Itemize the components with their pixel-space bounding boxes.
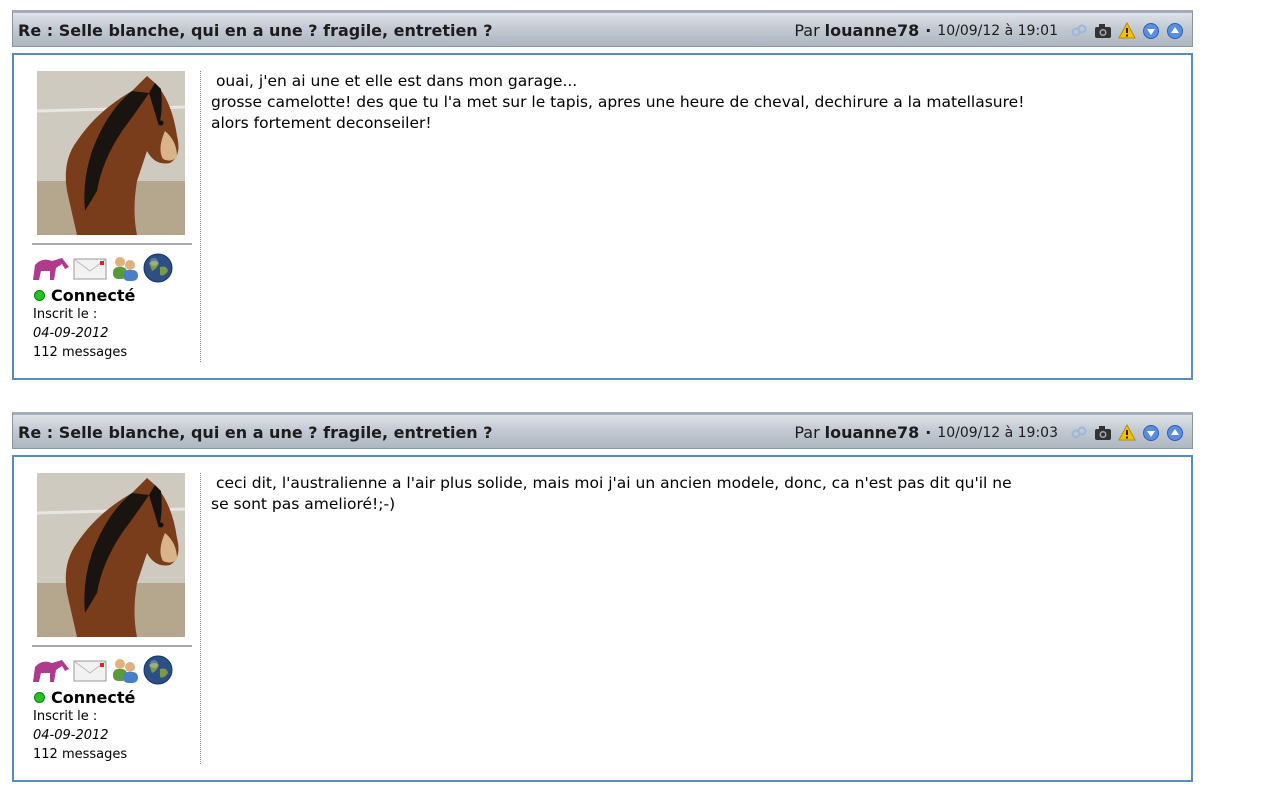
post-meta: Par louanne78 · 10/09/12 à 19:01: [794, 21, 1184, 40]
post-meta: Par louanne78 · 10/09/12 à 19:03: [794, 423, 1184, 442]
online-label: Connecté: [51, 688, 136, 707]
online-dot-icon: [34, 290, 45, 301]
post-message: ceci dit, l'australienne a l'air plus so…: [211, 474, 1012, 513]
arrow-up-icon[interactable]: [1166, 22, 1184, 40]
camera-icon[interactable]: [1094, 424, 1112, 442]
by-label: Par: [794, 423, 820, 442]
author-link[interactable]: louanne78: [825, 21, 920, 40]
author-link[interactable]: louanne78: [825, 423, 920, 442]
user-info: Connecté Inscrit le : 04-09-2012 112 mes…: [32, 473, 202, 764]
link-icon[interactable]: [1070, 22, 1088, 40]
post-date: 10/09/12 à 19:01: [937, 22, 1058, 39]
globe-icon[interactable]: [143, 655, 173, 689]
horse-badge-icon: [32, 255, 70, 285]
online-status: Connecté: [32, 688, 202, 707]
forum-post: Re : Selle blanche, qui en a une ? fragi…: [12, 10, 1193, 380]
horse-badge-icon: [32, 657, 70, 687]
registered-label: Inscrit le :: [33, 709, 98, 724]
post-header: Re : Selle blanche, qui en a une ? fragi…: [12, 412, 1193, 449]
registered-date: 04-09-2012: [33, 728, 109, 743]
message-count: 112 messages: [33, 345, 128, 360]
meta-separator: ·: [925, 423, 932, 442]
warning-icon[interactable]: [1118, 21, 1136, 40]
registered-label: Inscrit le :: [33, 307, 98, 322]
user-info: Connecté Inscrit le : 04-09-2012 112 mes…: [32, 71, 202, 362]
post-title: Re : Selle blanche, qui en a une ? fragi…: [18, 423, 493, 442]
user-badges: [32, 655, 202, 689]
message-count: 112 messages: [33, 747, 128, 762]
online-dot-icon: [34, 692, 45, 703]
link-icon[interactable]: [1070, 424, 1088, 442]
post-body: Connecté Inscrit le : 04-09-2012 112 mes…: [12, 455, 1193, 782]
forum-post: Re : Selle blanche, qui en a une ? fragi…: [12, 412, 1193, 782]
post-date: 10/09/12 à 19:03: [937, 424, 1058, 441]
users-icon[interactable]: [110, 254, 140, 286]
user-badges: [32, 253, 202, 287]
by-label: Par: [794, 21, 820, 40]
arrow-down-icon[interactable]: [1142, 22, 1160, 40]
globe-icon[interactable]: [143, 253, 173, 287]
divider: [32, 243, 192, 245]
envelope-icon[interactable]: [73, 657, 107, 687]
online-status: Connecté: [32, 286, 202, 305]
envelope-icon[interactable]: [73, 255, 107, 285]
camera-icon[interactable]: [1094, 22, 1112, 40]
registered-date: 04-09-2012: [33, 326, 109, 341]
post-message: ouai, j'en ai une et elle est dans mon g…: [211, 72, 1025, 132]
users-icon[interactable]: [110, 656, 140, 688]
arrow-down-icon[interactable]: [1142, 424, 1160, 442]
meta-separator: ·: [925, 21, 932, 40]
arrow-up-icon[interactable]: [1166, 424, 1184, 442]
post-body: Connecté Inscrit le : 04-09-2012 112 mes…: [12, 53, 1193, 380]
vertical-divider: [200, 71, 201, 362]
avatar[interactable]: [37, 71, 185, 235]
warning-icon[interactable]: [1118, 423, 1136, 442]
post-title: Re : Selle blanche, qui en a une ? fragi…: [18, 21, 493, 40]
post-header: Re : Selle blanche, qui en a une ? fragi…: [12, 10, 1193, 47]
online-label: Connecté: [51, 286, 136, 305]
vertical-divider: [200, 473, 201, 764]
avatar[interactable]: [37, 473, 185, 637]
divider: [32, 645, 192, 647]
